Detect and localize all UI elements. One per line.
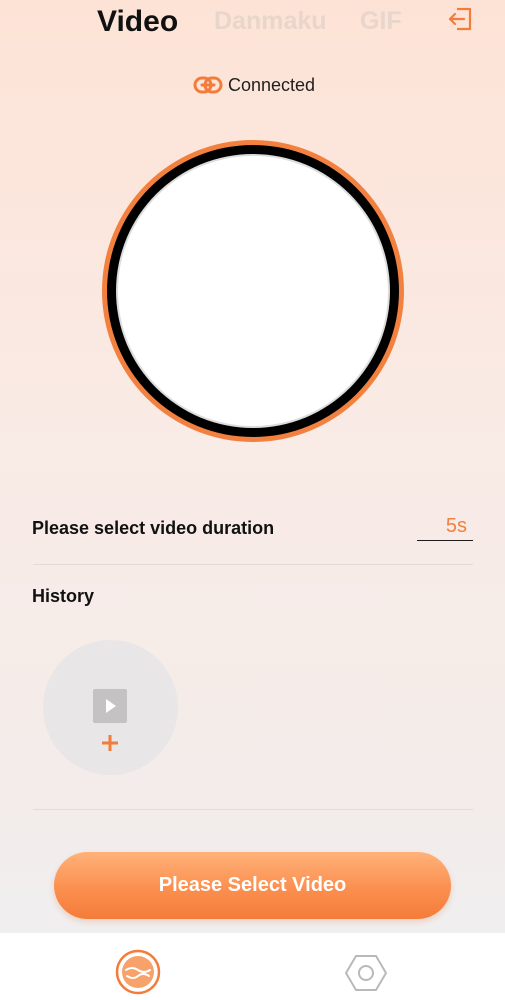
play-icon	[93, 689, 127, 723]
connection-status-text: Connected	[228, 74, 316, 95]
connection-status: Connected	[193, 72, 315, 98]
history-label: History	[32, 586, 95, 606]
link-icon	[193, 76, 223, 94]
add-video-tile[interactable]	[43, 640, 178, 775]
plus-icon	[102, 735, 118, 751]
video-screen: Video Danmaku GIF Connected Please selec…	[0, 0, 505, 1000]
exit-button[interactable]	[446, 4, 476, 34]
tab-video[interactable]: Video	[97, 2, 178, 42]
tab-gif[interactable]: GIF	[360, 1, 402, 41]
tab-danmaku[interactable]: Danmaku	[214, 1, 327, 41]
video-preview-circle[interactable]	[97, 135, 409, 447]
select-video-button[interactable]: Please Select Video	[54, 852, 451, 919]
duration-input[interactable]: 5s	[417, 512, 473, 541]
divider	[33, 564, 473, 565]
bottom-nav	[0, 933, 505, 1000]
exit-icon	[448, 7, 472, 31]
nav-settings[interactable]	[344, 951, 388, 995]
divider	[33, 809, 473, 810]
nav-home[interactable]	[115, 949, 161, 995]
settings-hexagon-icon	[345, 955, 387, 991]
home-device-icon	[115, 949, 161, 995]
preview-ring-graphic	[102, 140, 404, 442]
duration-label: Please select video duration	[32, 518, 275, 538]
